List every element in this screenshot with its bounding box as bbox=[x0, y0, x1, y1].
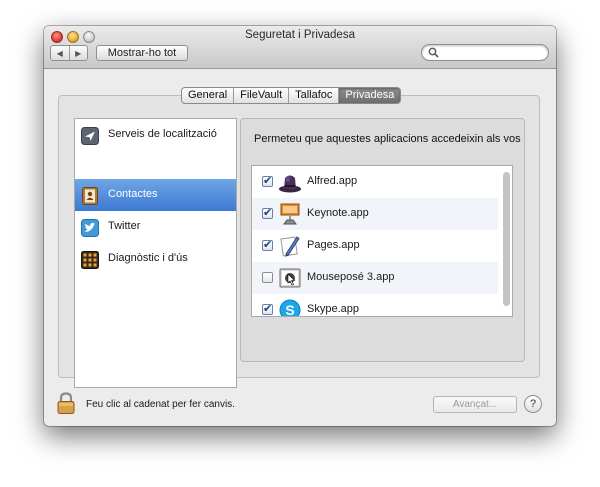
checkmark-icon: ✔ bbox=[263, 175, 273, 187]
tab-general[interactable]: General bbox=[182, 88, 235, 103]
mousepose-checkbox[interactable] bbox=[262, 272, 273, 283]
app-name: Mouseposé 3.app bbox=[307, 271, 395, 283]
sidebar-item-label: Serveis de localització bbox=[108, 128, 217, 140]
tab-firewall[interactable]: Tallafoc bbox=[289, 88, 340, 103]
tab-bar: General FileVault Tallafoc Privadesa bbox=[181, 87, 402, 104]
window-title: Seguretat i Privadesa bbox=[245, 29, 355, 41]
sidebar-item-label: Contactes bbox=[108, 188, 158, 200]
title-bar[interactable]: Seguretat i Privadesa ◀ ▶ Mostrar-ho tot bbox=[44, 26, 556, 69]
tab-filevault[interactable]: FileVault bbox=[234, 88, 290, 103]
help-button[interactable]: ? bbox=[524, 395, 542, 413]
preferences-window: Seguretat i Privadesa ◀ ▶ Mostrar-ho tot… bbox=[44, 26, 556, 426]
checkmark-icon: ✔ bbox=[263, 303, 273, 315]
back-arrow-icon[interactable]: ◀ bbox=[51, 46, 70, 60]
search-field[interactable] bbox=[421, 44, 549, 61]
advanced-button[interactable]: Avançat... bbox=[433, 396, 517, 413]
forward-arrow-icon[interactable]: ▶ bbox=[70, 46, 88, 60]
list-item-pages[interactable]: ✔ Pages.app bbox=[252, 230, 498, 262]
sidebar-item-twitter[interactable]: Twitter bbox=[75, 211, 236, 243]
app-list-scrollbar[interactable] bbox=[501, 166, 512, 316]
navigation-buttons: ◀ ▶ bbox=[50, 45, 88, 61]
app-name: Alfred.app bbox=[307, 175, 358, 187]
list-item-mousepose[interactable]: Mouseposé 3.app bbox=[252, 262, 498, 294]
alfred-checkbox[interactable]: ✔ bbox=[262, 175, 273, 187]
keynote-podium-icon bbox=[280, 203, 300, 225]
padlock-icon[interactable] bbox=[56, 392, 76, 414]
checkmark-icon: ✔ bbox=[263, 207, 273, 219]
location-arrow-icon bbox=[81, 127, 99, 145]
sidebar-item-location-services[interactable]: Serveis de localització bbox=[75, 119, 236, 151]
scrollbar-thumb[interactable] bbox=[503, 172, 510, 306]
pages-checkbox[interactable]: ✔ bbox=[262, 239, 273, 251]
alfred-hat-icon bbox=[279, 175, 301, 193]
skype-icon: S bbox=[279, 299, 301, 317]
tab-privacy[interactable]: Privadesa bbox=[339, 88, 401, 103]
list-item-keynote[interactable]: ✔ Keynote.app bbox=[252, 198, 498, 230]
sidebar-item-label: Diagnòstic i d'ús bbox=[108, 252, 188, 264]
app-name: Skype.app bbox=[307, 303, 359, 315]
privacy-category-list: Serveis de localització Contactes Twitte… bbox=[74, 118, 237, 388]
mousepose-cursor-icon bbox=[279, 268, 301, 288]
keynote-checkbox[interactable]: ✔ bbox=[262, 207, 273, 219]
permissions-panel: Permeteu que aquestes aplicacions accede… bbox=[240, 118, 525, 362]
sidebar-item-diagnostics[interactable]: Diagnòstic i d'ús bbox=[75, 243, 236, 275]
diagnostics-icon bbox=[81, 251, 99, 269]
lock-hint-text: Feu clic al cadenat per fer canvis. bbox=[86, 399, 235, 410]
contacts-book-icon bbox=[82, 187, 98, 205]
list-item-skype[interactable]: ✔ S Skype.app bbox=[252, 294, 498, 317]
app-permission-list[interactable]: ✔ Alfred.app ✔ Keynote.app ✔ Pages.app M… bbox=[251, 165, 513, 317]
permissions-description: Permeteu que aquestes aplicacions accede… bbox=[254, 133, 521, 145]
list-item-alfred[interactable]: ✔ Alfred.app bbox=[252, 166, 498, 198]
show-all-button[interactable]: Mostrar-ho tot bbox=[96, 45, 188, 61]
app-name: Pages.app bbox=[307, 239, 360, 251]
skype-checkbox[interactable]: ✔ bbox=[262, 303, 273, 315]
search-input[interactable] bbox=[442, 46, 542, 59]
pages-pen-icon bbox=[280, 236, 300, 257]
app-name: Keynote.app bbox=[307, 207, 369, 219]
sidebar-item-label: Twitter bbox=[108, 220, 141, 232]
twitter-bird-icon bbox=[81, 219, 99, 237]
svg-text:S: S bbox=[285, 302, 294, 317]
checkmark-icon: ✔ bbox=[263, 239, 273, 251]
sidebar-item-contacts[interactable]: Contactes bbox=[75, 179, 236, 211]
search-icon bbox=[428, 47, 439, 58]
